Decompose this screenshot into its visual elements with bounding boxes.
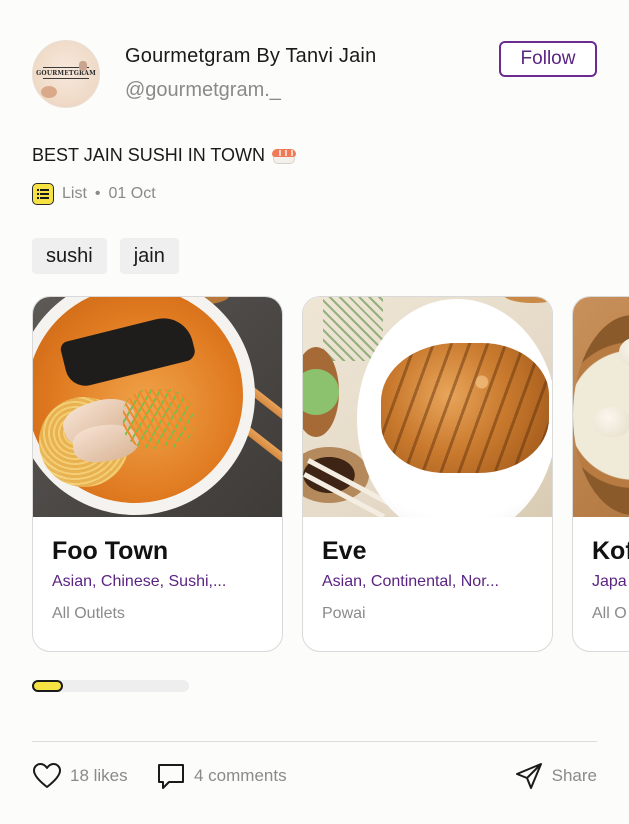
restaurant-card[interactable]: Kof Japa All O	[572, 296, 629, 652]
send-icon	[515, 763, 542, 789]
author-handle[interactable]: @gourmetgram._	[125, 79, 281, 102]
tag-jain[interactable]: jain	[119, 238, 179, 274]
restaurant-name: Eve	[322, 537, 367, 565]
comments-count: 4 comments	[194, 766, 287, 785]
share-label: Share	[551, 766, 597, 785]
restaurant-carousel[interactable]: Foo Town Asian, Chinese, Sushi,... All O…	[32, 296, 629, 652]
avatar-logo-text: GOURMETGRAM	[36, 70, 96, 77]
restaurant-cuisine: Asian, Chinese, Sushi,...	[52, 573, 227, 590]
logo-rule	[43, 78, 89, 79]
author-name[interactable]: Gourmetgram By Tanvi Jain	[125, 45, 376, 68]
avatar[interactable]: GOURMETGRAM	[32, 40, 100, 108]
food-image-katsu	[303, 297, 552, 517]
comment-icon	[158, 764, 184, 789]
like-button[interactable]: 18 likes	[32, 760, 128, 792]
post-title-text: BEST JAIN SUSHI IN TOWN	[32, 145, 266, 165]
post-title: BEST JAIN SUSHI IN TOWN	[32, 145, 297, 166]
comment-button[interactable]: 4 comments	[156, 760, 287, 792]
food-image-ramen	[33, 297, 282, 517]
restaurant-name: Foo Town	[52, 537, 169, 565]
post-meta: List • 01 Oct	[32, 183, 156, 205]
divider	[32, 741, 597, 742]
share-button[interactable]: Share	[514, 760, 597, 792]
meta-separator: •	[94, 185, 101, 202]
restaurant-card[interactable]: Foo Town Asian, Chinese, Sushi,... All O…	[32, 296, 283, 652]
tag-sushi[interactable]: sushi	[32, 238, 107, 274]
follow-button[interactable]: Follow	[499, 41, 597, 77]
restaurant-location: All O	[592, 605, 627, 622]
carousel-progress-fill	[32, 680, 64, 692]
food-image-dumplings	[573, 297, 629, 517]
logo-decoration	[41, 86, 57, 98]
post-header: GOURMETGRAM Gourmetgram By Tanvi Jain @g…	[32, 40, 597, 110]
heart-icon	[33, 763, 61, 788]
restaurant-name: Kof	[592, 537, 629, 565]
logo-decoration	[79, 61, 87, 71]
sushi-icon	[271, 146, 297, 166]
restaurant-location: Powai	[322, 605, 366, 622]
carousel-progress	[32, 680, 189, 692]
restaurant-cuisine: Asian, Continental, Nor...	[322, 573, 499, 590]
restaurant-cuisine: Japa	[592, 573, 627, 590]
restaurant-card[interactable]: Eve Asian, Continental, Nor... Powai	[302, 296, 553, 652]
likes-count: 18 likes	[70, 766, 128, 785]
list-icon	[32, 183, 54, 205]
post-actions: 18 likes 4 comments Share	[32, 760, 597, 792]
post-date: 01 Oct	[108, 185, 156, 202]
post-type: List	[62, 185, 87, 202]
restaurant-location: All Outlets	[52, 605, 125, 622]
tag-list: sushi jain	[32, 238, 179, 274]
